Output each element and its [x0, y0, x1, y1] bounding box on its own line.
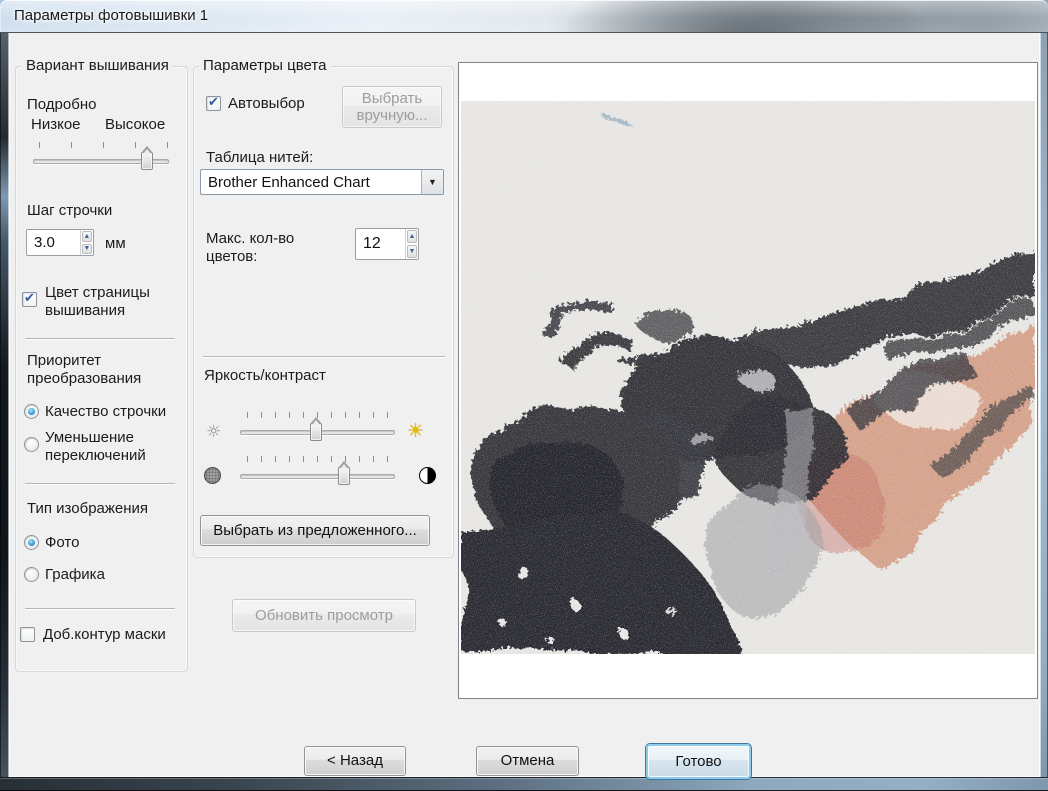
brightness-contrast-label: Яркость/контраст [204, 367, 326, 384]
window-border-left [0, 33, 9, 777]
update-preview-button[interactable]: Обновить просмотр [232, 599, 416, 632]
radio-fewer-changes-label[interactable]: Уменьшение переключений [45, 429, 173, 466]
mask-outline-checkbox[interactable] [20, 627, 35, 642]
max-colors-stepper: ▲ ▼ [355, 228, 419, 260]
mask-outline-label[interactable]: Доб.контур маски [43, 626, 166, 644]
image-type-label: Тип изображения [27, 500, 149, 517]
window-title: Параметры фотовышивки 1 [14, 7, 209, 24]
separator [203, 356, 445, 358]
detail-high-label: Высокое [105, 116, 166, 133]
max-colors-down-icon[interactable]: ▼ [406, 245, 417, 258]
max-colors-input[interactable] [356, 229, 405, 259]
finish-button-label: Готово [675, 752, 722, 770]
choose-from-candidates-button[interactable]: Выбрать из предложенного... [200, 515, 430, 546]
cancel-button-label: Отмена [500, 752, 555, 770]
max-colors-up-icon[interactable]: ▲ [406, 230, 417, 243]
window-border-bottom [0, 777, 1048, 791]
radio-graphics-label[interactable]: Графика [45, 566, 105, 584]
auto-select-checkbox[interactable]: ✔ [206, 94, 221, 111]
contrast-slider-ticks [247, 456, 388, 462]
brightness-high-icon: ☀ [407, 420, 425, 442]
update-preview-label: Обновить просмотр [255, 606, 393, 624]
back-button-label: < Назад [327, 752, 383, 770]
stitch-preview-panel [458, 62, 1040, 699]
priority-label: Приоритет преобразования [27, 352, 142, 388]
stitch-step-label: Шаг строчки [27, 202, 113, 219]
brightness-slider-thumb[interactable] [310, 417, 322, 441]
thread-chart-label: Таблица нитей: [206, 149, 314, 166]
stitch-step-stepper: ▲ ▼ [26, 229, 94, 256]
radio-graphics[interactable] [24, 567, 39, 582]
back-button[interactable]: < Назад [304, 746, 406, 776]
radio-fewer-changes[interactable] [24, 437, 39, 452]
detail-label: Подробно [27, 96, 97, 113]
stitch-preview-image [461, 101, 1040, 654]
separator [25, 483, 175, 485]
contrast-slider-thumb[interactable] [338, 461, 350, 485]
separator [25, 608, 175, 610]
group-color-options [193, 66, 454, 558]
finish-button[interactable]: Готово [646, 744, 751, 779]
group-color-options-label: Параметры цвета [199, 57, 331, 74]
radio-photo-label[interactable]: Фото [45, 534, 79, 552]
manual-select-button-label: Выбрать вручную... [356, 89, 428, 124]
detail-slider-thumb[interactable] [141, 146, 153, 170]
stitch-step-input[interactable] [27, 230, 80, 255]
radio-stitch-quality-label[interactable]: Качество строчки [45, 403, 166, 421]
page-color-checkbox[interactable]: ✔ [22, 290, 37, 307]
contrast-low-icon [204, 467, 221, 484]
cancel-button[interactable]: Отмена [476, 746, 579, 776]
stitch-step-up-icon[interactable]: ▲ [81, 231, 92, 242]
page-color-label[interactable]: Цвет страницы вышивания [45, 284, 173, 321]
chevron-down-icon[interactable]: ▼ [421, 170, 443, 194]
contrast-high-icon [419, 467, 436, 484]
thread-chart-dropdown[interactable]: Brother Enhanced Chart ▼ [200, 169, 444, 195]
manual-select-button[interactable]: Выбрать вручную... [342, 86, 442, 128]
auto-select-label[interactable]: Автовыбор [228, 95, 305, 113]
thread-chart-value: Brother Enhanced Chart [208, 173, 370, 191]
check-icon: ✔ [24, 290, 35, 306]
title-bar[interactable]: Параметры фотовышивки 1 [0, 0, 1048, 33]
check-icon: ✔ [208, 94, 219, 110]
max-colors-label: Макс. кол-во цветов: [206, 230, 295, 266]
photo-stitch-dialog: Параметры фотовышивки 1 Вариант вышивани… [0, 0, 1048, 791]
stitch-step-down-icon[interactable]: ▼ [81, 243, 92, 254]
brightness-low-icon: ☼ [206, 422, 222, 442]
choose-from-candidates-label: Выбрать из предложенного... [213, 521, 417, 539]
contrast-slider-track[interactable] [240, 474, 395, 479]
radio-stitch-quality[interactable] [24, 404, 39, 419]
stitch-step-unit: мм [105, 235, 126, 252]
radio-photo[interactable] [24, 535, 39, 550]
window-border-right [1040, 33, 1048, 777]
group-embroidery-option-label: Вариант вышивания [22, 57, 173, 74]
separator [25, 338, 175, 340]
detail-low-label: Низкое [31, 116, 81, 133]
